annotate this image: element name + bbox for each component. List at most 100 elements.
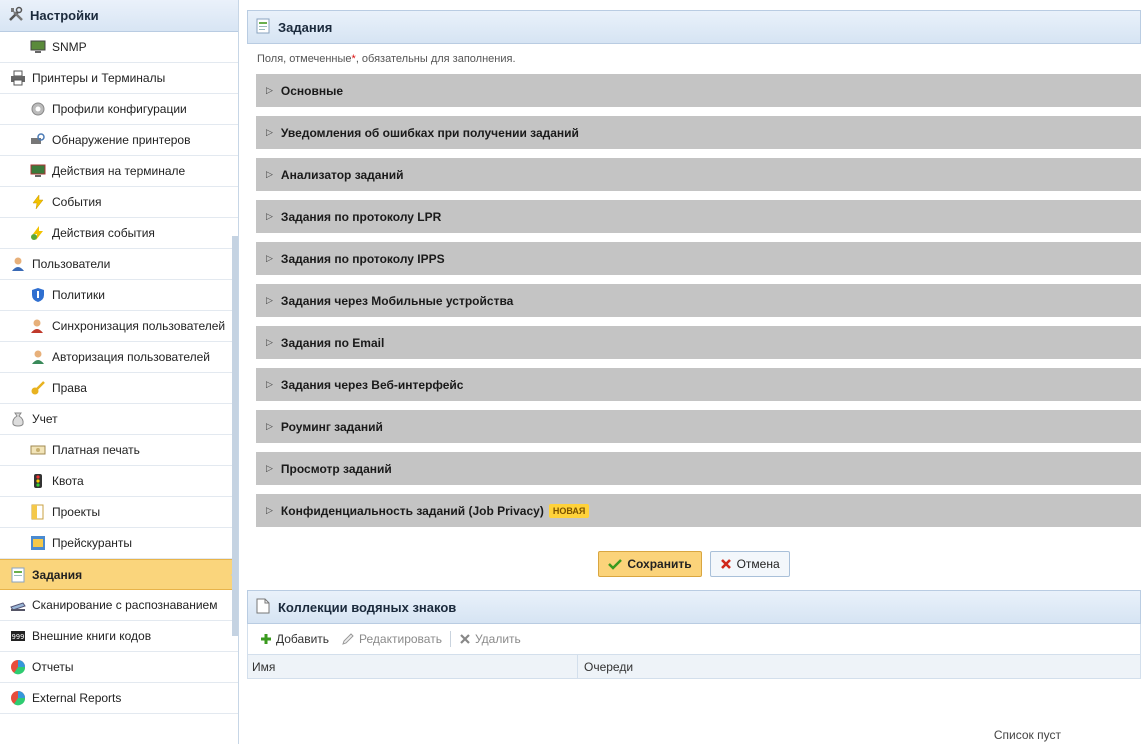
section-label: Анализатор заданий <box>280 167 404 182</box>
sidebar-item[interactable]: Квота <box>0 466 238 497</box>
sidebar-item[interactable]: Прейскуранты <box>0 528 238 559</box>
sidebar-item[interactable]: Учет <box>0 404 238 435</box>
column-header-queues[interactable]: Очереди <box>578 660 633 674</box>
printer-icon <box>10 70 26 86</box>
sidebar-scrollbar[interactable] <box>232 236 238 636</box>
settings-section[interactable]: ▷ Основные <box>256 74 1141 107</box>
settings-section[interactable]: ▷ Задания через Мобильные устройства <box>256 284 1141 317</box>
column-header-name[interactable]: Имя <box>248 655 578 678</box>
delete-button[interactable]: Удалить <box>455 632 525 646</box>
settings-sidebar: Настройки SNMP Принтеры и Терминалы Профил… <box>0 0 239 744</box>
cancel-button[interactable]: Отмена <box>709 551 790 577</box>
edit-button[interactable]: Редактировать <box>337 632 446 646</box>
settings-section[interactable]: ▷ Роуминг заданий <box>256 410 1141 443</box>
money-bag-icon <box>10 411 26 427</box>
add-button[interactable]: Добавить <box>256 632 333 646</box>
sidebar-title: Настройки <box>30 8 99 23</box>
user-auth-icon <box>30 349 46 365</box>
sidebar-item-label: Профили конфигурации <box>52 102 187 116</box>
settings-section[interactable]: ▷ Анализатор заданий <box>256 158 1141 191</box>
key-icon <box>30 380 46 396</box>
sidebar-item[interactable]: Профили конфигурации <box>0 94 238 125</box>
lightning-icon <box>30 194 46 210</box>
plus-icon <box>260 633 272 645</box>
sidebar-item-label: Учет <box>32 412 58 426</box>
new-badge: НОВАЯ <box>548 503 590 518</box>
sidebar-item[interactable]: Принтеры и Терминалы <box>0 63 238 94</box>
document-icon <box>10 567 26 583</box>
section-label: Задания через Мобильные устройства <box>280 293 514 308</box>
jobs-panel-header: Задания <box>247 10 1141 44</box>
sidebar-item-label: Квота <box>52 474 84 488</box>
sidebar-item[interactable]: Политики <box>0 280 238 311</box>
sidebar-item[interactable]: Проекты <box>0 497 238 528</box>
expand-triangle-icon: ▷ <box>266 379 273 389</box>
sidebar-item[interactable]: Действия события <box>0 218 238 249</box>
section-label: Уведомления об ошибках при получении зад… <box>280 125 579 140</box>
expand-triangle-icon: ▷ <box>266 253 273 263</box>
sidebar-item[interactable]: Авторизация пользователей <box>0 342 238 373</box>
main-panel: Задания Поля, отмеченные *, обязательны … <box>247 0 1141 744</box>
empty-list-message: Список пуст <box>993 728 1061 742</box>
printer-search-icon <box>30 132 46 148</box>
sidebar-item-label: Принтеры и Терминалы <box>32 71 166 85</box>
folder-icon <box>30 504 46 520</box>
save-button[interactable]: Сохранить <box>598 551 702 577</box>
sidebar-item[interactable]: Задания <box>0 559 238 590</box>
expand-triangle-icon: ▷ <box>266 169 273 179</box>
sidebar-item[interactable]: Отчеты <box>0 652 238 683</box>
sidebar-item[interactable]: Действия на терминале <box>0 156 238 187</box>
shield-icon <box>30 287 46 303</box>
sidebar-item-label: SNMP <box>52 40 87 54</box>
expand-triangle-icon: ▷ <box>266 463 273 473</box>
sidebar-item[interactable]: External Reports <box>0 683 238 714</box>
sidebar-item-label: Отчеты <box>32 660 74 674</box>
sidebar-item[interactable]: Сканирование с распознаванием <box>0 590 238 621</box>
pie-chart-icon <box>10 659 26 675</box>
sidebar-item[interactable]: Обнаружение принтеров <box>0 125 238 156</box>
sidebar-item-label: Права <box>52 381 87 395</box>
price-list-icon <box>30 535 46 551</box>
sidebar-item[interactable]: Права <box>0 373 238 404</box>
expand-triangle-icon: ▷ <box>266 85 273 95</box>
sidebar-item[interactable]: SNMP <box>0 32 238 63</box>
section-label: Просмотр заданий <box>280 461 392 476</box>
settings-section[interactable]: ▷ Задания по протоколу LPR <box>256 200 1141 233</box>
watermark-collections-header: Коллекции водяных знаков <box>247 590 1141 624</box>
expand-triangle-icon: ▷ <box>266 295 273 305</box>
settings-section[interactable]: ▷ Задания через Веб-интерфейс <box>256 368 1141 401</box>
sidebar-item[interactable]: Пользователи <box>0 249 238 280</box>
pencil-icon <box>341 632 355 646</box>
traffic-light-icon <box>30 473 46 489</box>
section-label: Задания по Email <box>280 335 385 350</box>
sidebar-item[interactable]: События <box>0 187 238 218</box>
watermark-collections-title: Коллекции водяных знаков <box>278 599 457 615</box>
sidebar-item[interactable]: Платная печать <box>0 435 238 466</box>
section-label: Задания через Веб-интерфейс <box>280 377 464 392</box>
settings-section[interactable]: ▷ Конфиденциальность заданий (Job Privacy… <box>256 494 1141 527</box>
sidebar-item-label: Проекты <box>52 505 101 519</box>
expand-triangle-icon: ▷ <box>266 211 273 221</box>
section-label: Задания по протоколу LPR <box>280 209 442 224</box>
expand-triangle-icon: ▷ <box>266 127 273 137</box>
settings-section[interactable]: ▷ Задания по протоколу IPPS <box>256 242 1141 275</box>
sidebar-list: SNMP Принтеры и Терминалы Профили конфигур… <box>0 32 238 714</box>
sidebar-item[interactable]: 999 Внешние книги кодов <box>0 621 238 652</box>
settings-sections: ▷ Основные ▷ Уведомления об ошибках при пол… <box>247 74 1141 527</box>
section-label: Роуминг заданий <box>280 419 383 434</box>
sidebar-item-label: Действия события <box>52 226 155 240</box>
user-icon <box>10 256 26 272</box>
page-icon <box>256 598 270 617</box>
settings-section[interactable]: ▷ Задания по Email <box>256 326 1141 359</box>
watermark-toolbar: Добавить Редактировать Удалить <box>247 624 1141 654</box>
section-label: Основные <box>280 83 344 98</box>
settings-section[interactable]: ▷ Уведомления об ошибках при получении за… <box>256 116 1141 149</box>
sidebar-item[interactable]: Синхронизация пользователей <box>0 311 238 342</box>
sidebar-item-label: Внешние книги кодов <box>32 629 152 643</box>
settings-section[interactable]: ▷ Просмотр заданий <box>256 452 1141 485</box>
pie-chart-icon <box>10 690 26 706</box>
toolbar-separator <box>449 631 451 647</box>
sidebar-item-label: Пользователи <box>32 257 111 271</box>
tools-icon <box>8 6 24 25</box>
sidebar-item-label: События <box>52 195 102 209</box>
